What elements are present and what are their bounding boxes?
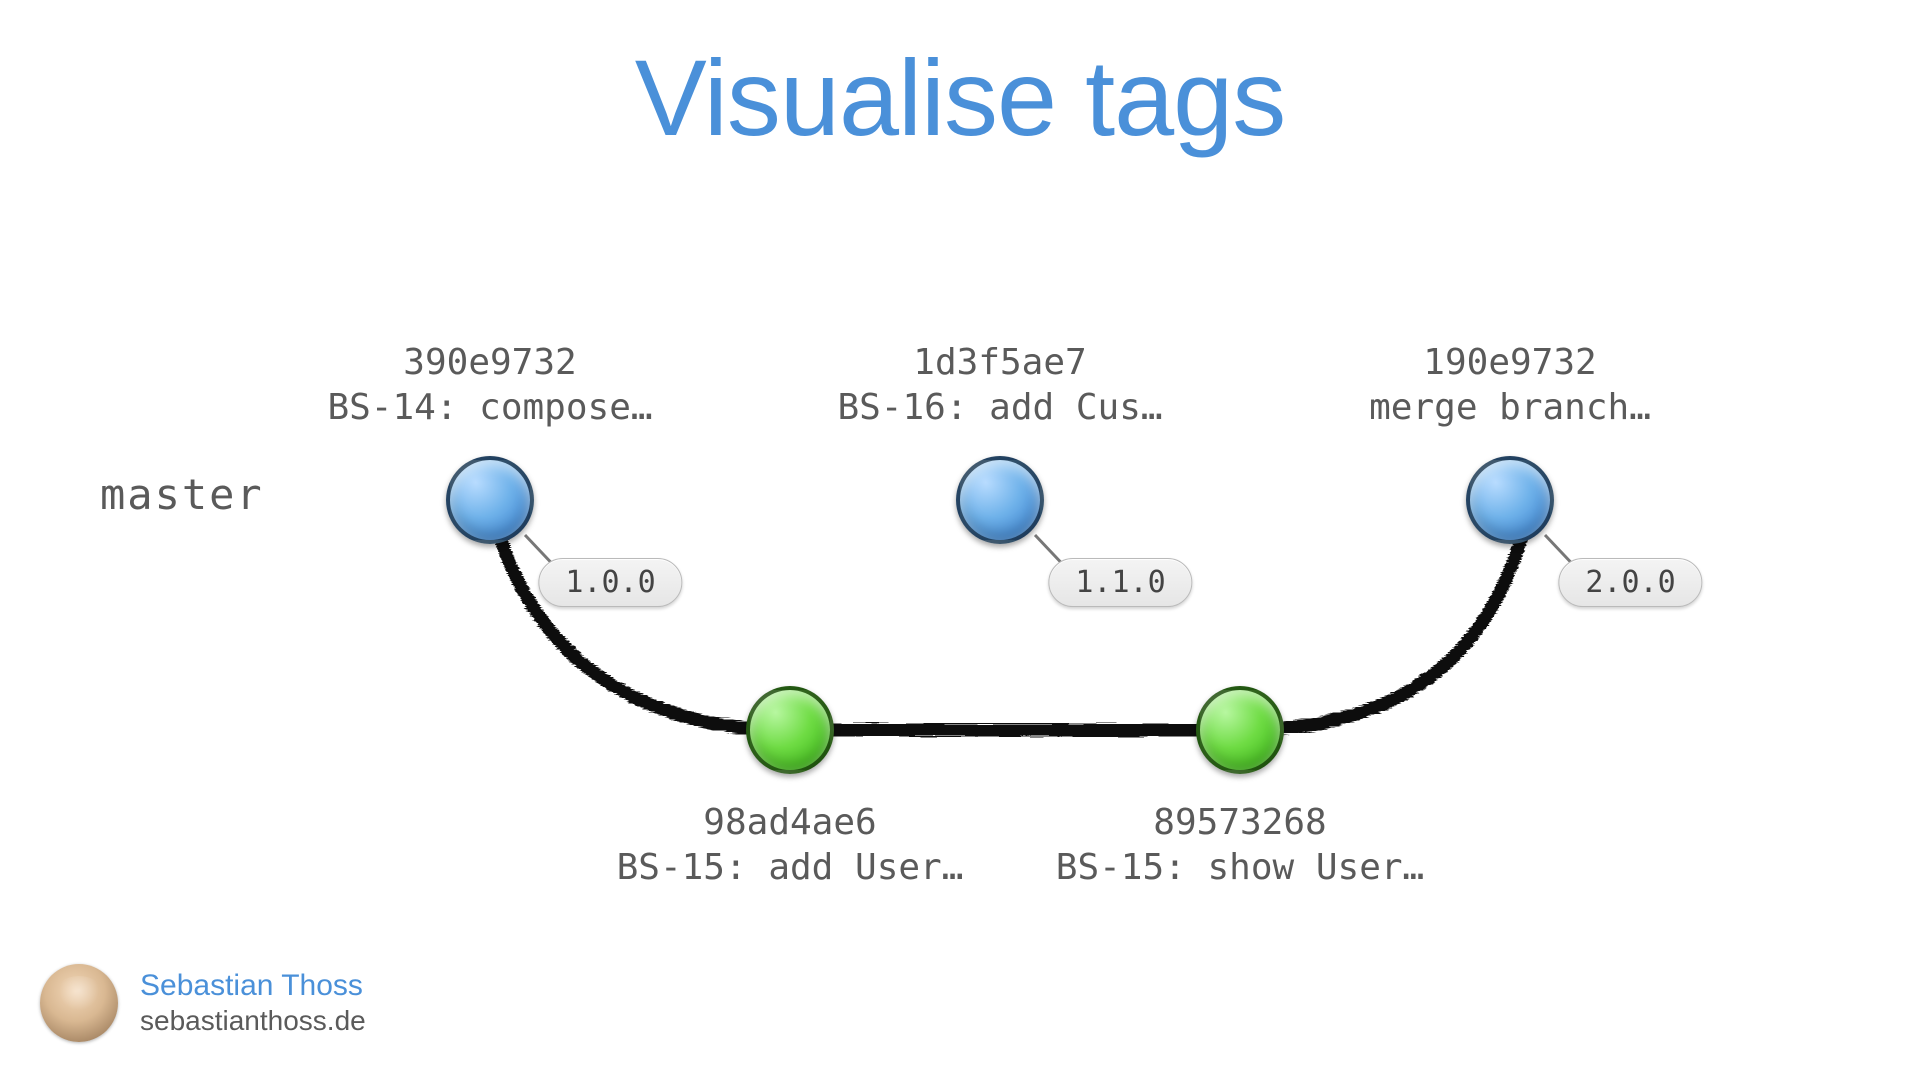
commit-node-c1 xyxy=(446,456,534,544)
commit-msg: BS-15: add User… xyxy=(617,845,964,890)
avatar xyxy=(40,964,118,1042)
commit-msg: merge branch… xyxy=(1369,385,1651,430)
commit-label-c2: 1d3f5ae7 BS-16: add Cus… xyxy=(837,340,1162,430)
commit-msg: BS-15: show User… xyxy=(1056,845,1424,890)
commit-msg: BS-14: compose… xyxy=(327,385,652,430)
commit-node-c2 xyxy=(956,456,1044,544)
author-site: sebastianthoss.de xyxy=(140,1005,366,1037)
commit-label-c4: 98ad4ae6 BS-15: add User… xyxy=(617,800,964,890)
commit-hash: 89573268 xyxy=(1056,800,1424,845)
commit-label-c5: 89573268 BS-15: show User… xyxy=(1056,800,1424,890)
commit-hash: 1d3f5ae7 xyxy=(837,340,1162,385)
commit-hash: 390e9732 xyxy=(327,340,652,385)
commit-node-c5 xyxy=(1196,686,1284,774)
commit-label-c3: 190e9732 merge branch… xyxy=(1369,340,1651,430)
author-name: Sebastian Thoss xyxy=(140,969,366,1003)
git-graph xyxy=(0,0,1920,1080)
commit-label-c1: 390e9732 BS-14: compose… xyxy=(327,340,652,430)
author-footer: Sebastian Thoss sebastianthoss.de xyxy=(40,964,366,1042)
commit-node-c3 xyxy=(1466,456,1554,544)
branch-label-master: master xyxy=(100,470,264,519)
commit-hash: 190e9732 xyxy=(1369,340,1651,385)
tag-pill-c1: 1.0.0 xyxy=(538,558,682,607)
tag-pill-c3: 2.0.0 xyxy=(1558,558,1702,607)
commit-node-c4 xyxy=(746,686,834,774)
commit-hash: 98ad4ae6 xyxy=(617,800,964,845)
tag-pill-c2: 1.1.0 xyxy=(1048,558,1192,607)
slide-title: Visualise tags xyxy=(0,35,1920,160)
commit-msg: BS-16: add Cus… xyxy=(837,385,1162,430)
